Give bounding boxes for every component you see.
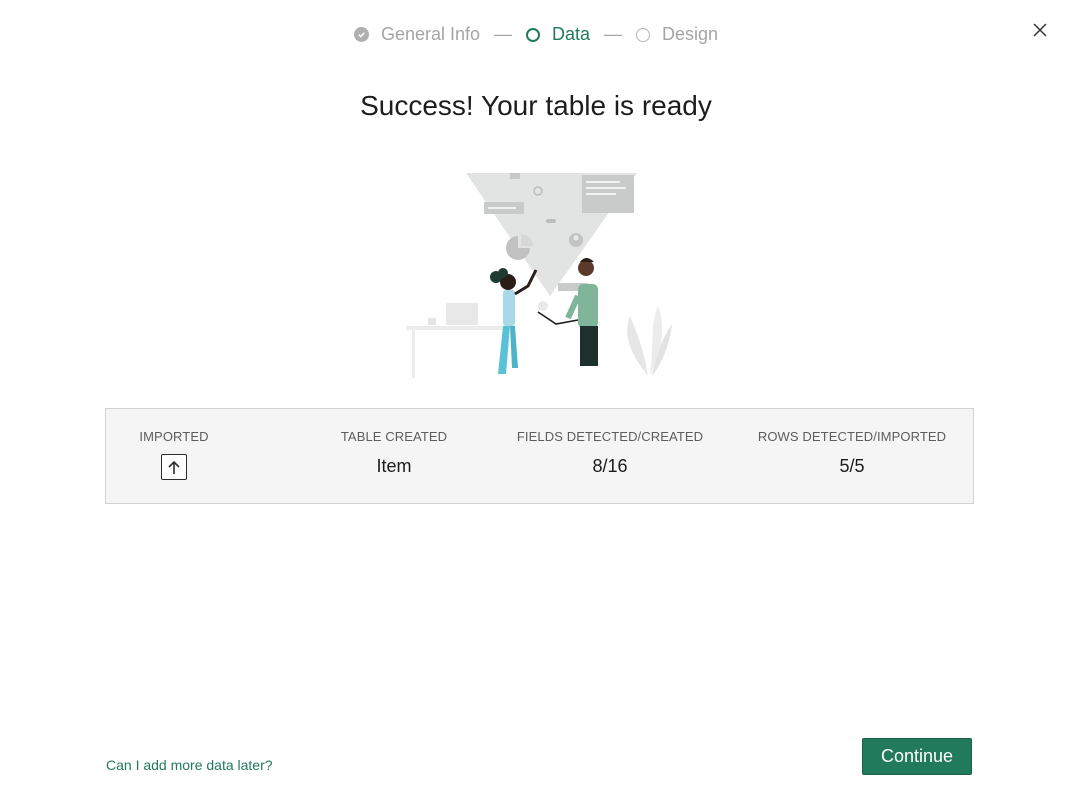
step-general-info[interactable]: General Info — [353, 24, 480, 45]
step-label: Design — [662, 24, 719, 44]
step-label: General Info — [380, 24, 480, 44]
step-data[interactable]: Data — [526, 24, 590, 45]
success-illustration — [406, 173, 672, 378]
table-created-value: Item — [376, 456, 412, 476]
rows-value: 5/5 — [839, 456, 865, 476]
imported-label: IMPORTED — [139, 429, 209, 444]
summary-table-created: TABLE CREATED Item — [326, 409, 462, 505]
step-label: Data — [552, 24, 591, 44]
step-separator: — — [494, 24, 512, 44]
close-button[interactable] — [1028, 18, 1052, 42]
continue-button[interactable]: Continue — [862, 738, 972, 775]
import-wizard-dialog: General Info — Data — Design Success! Yo… — [0, 0, 1072, 795]
fields-value: 8/16 — [592, 456, 628, 476]
close-icon — [1033, 23, 1047, 37]
summary-fields: FIELDS DETECTED/CREATED 8/16 — [510, 409, 710, 505]
step-design[interactable]: Design — [636, 24, 718, 45]
summary-rows: ROWS DETECTED/IMPORTED 5/5 — [748, 409, 956, 505]
upload-icon — [161, 454, 187, 480]
step-separator: — — [604, 24, 623, 44]
empty-circle-icon — [636, 27, 651, 42]
add-more-data-help-link[interactable]: Can I add more data later? — [106, 757, 273, 773]
wizard-stepper: General Info — Data — Design — [0, 24, 1072, 45]
summary-imported: IMPORTED — [126, 409, 222, 505]
dialog-title: Success! Your table is ready — [360, 90, 712, 121]
table-created-label: TABLE CREATED — [340, 429, 448, 444]
active-circle-icon — [526, 27, 540, 42]
rows-label: ROWS DETECTED/IMPORTED — [757, 429, 947, 444]
import-summary-panel: IMPORTED TABLE CREATED Item FIELDS DETEC… — [105, 408, 974, 504]
check-circle-icon — [353, 27, 369, 42]
fields-label: FIELDS DETECTED/CREATED — [516, 429, 704, 444]
